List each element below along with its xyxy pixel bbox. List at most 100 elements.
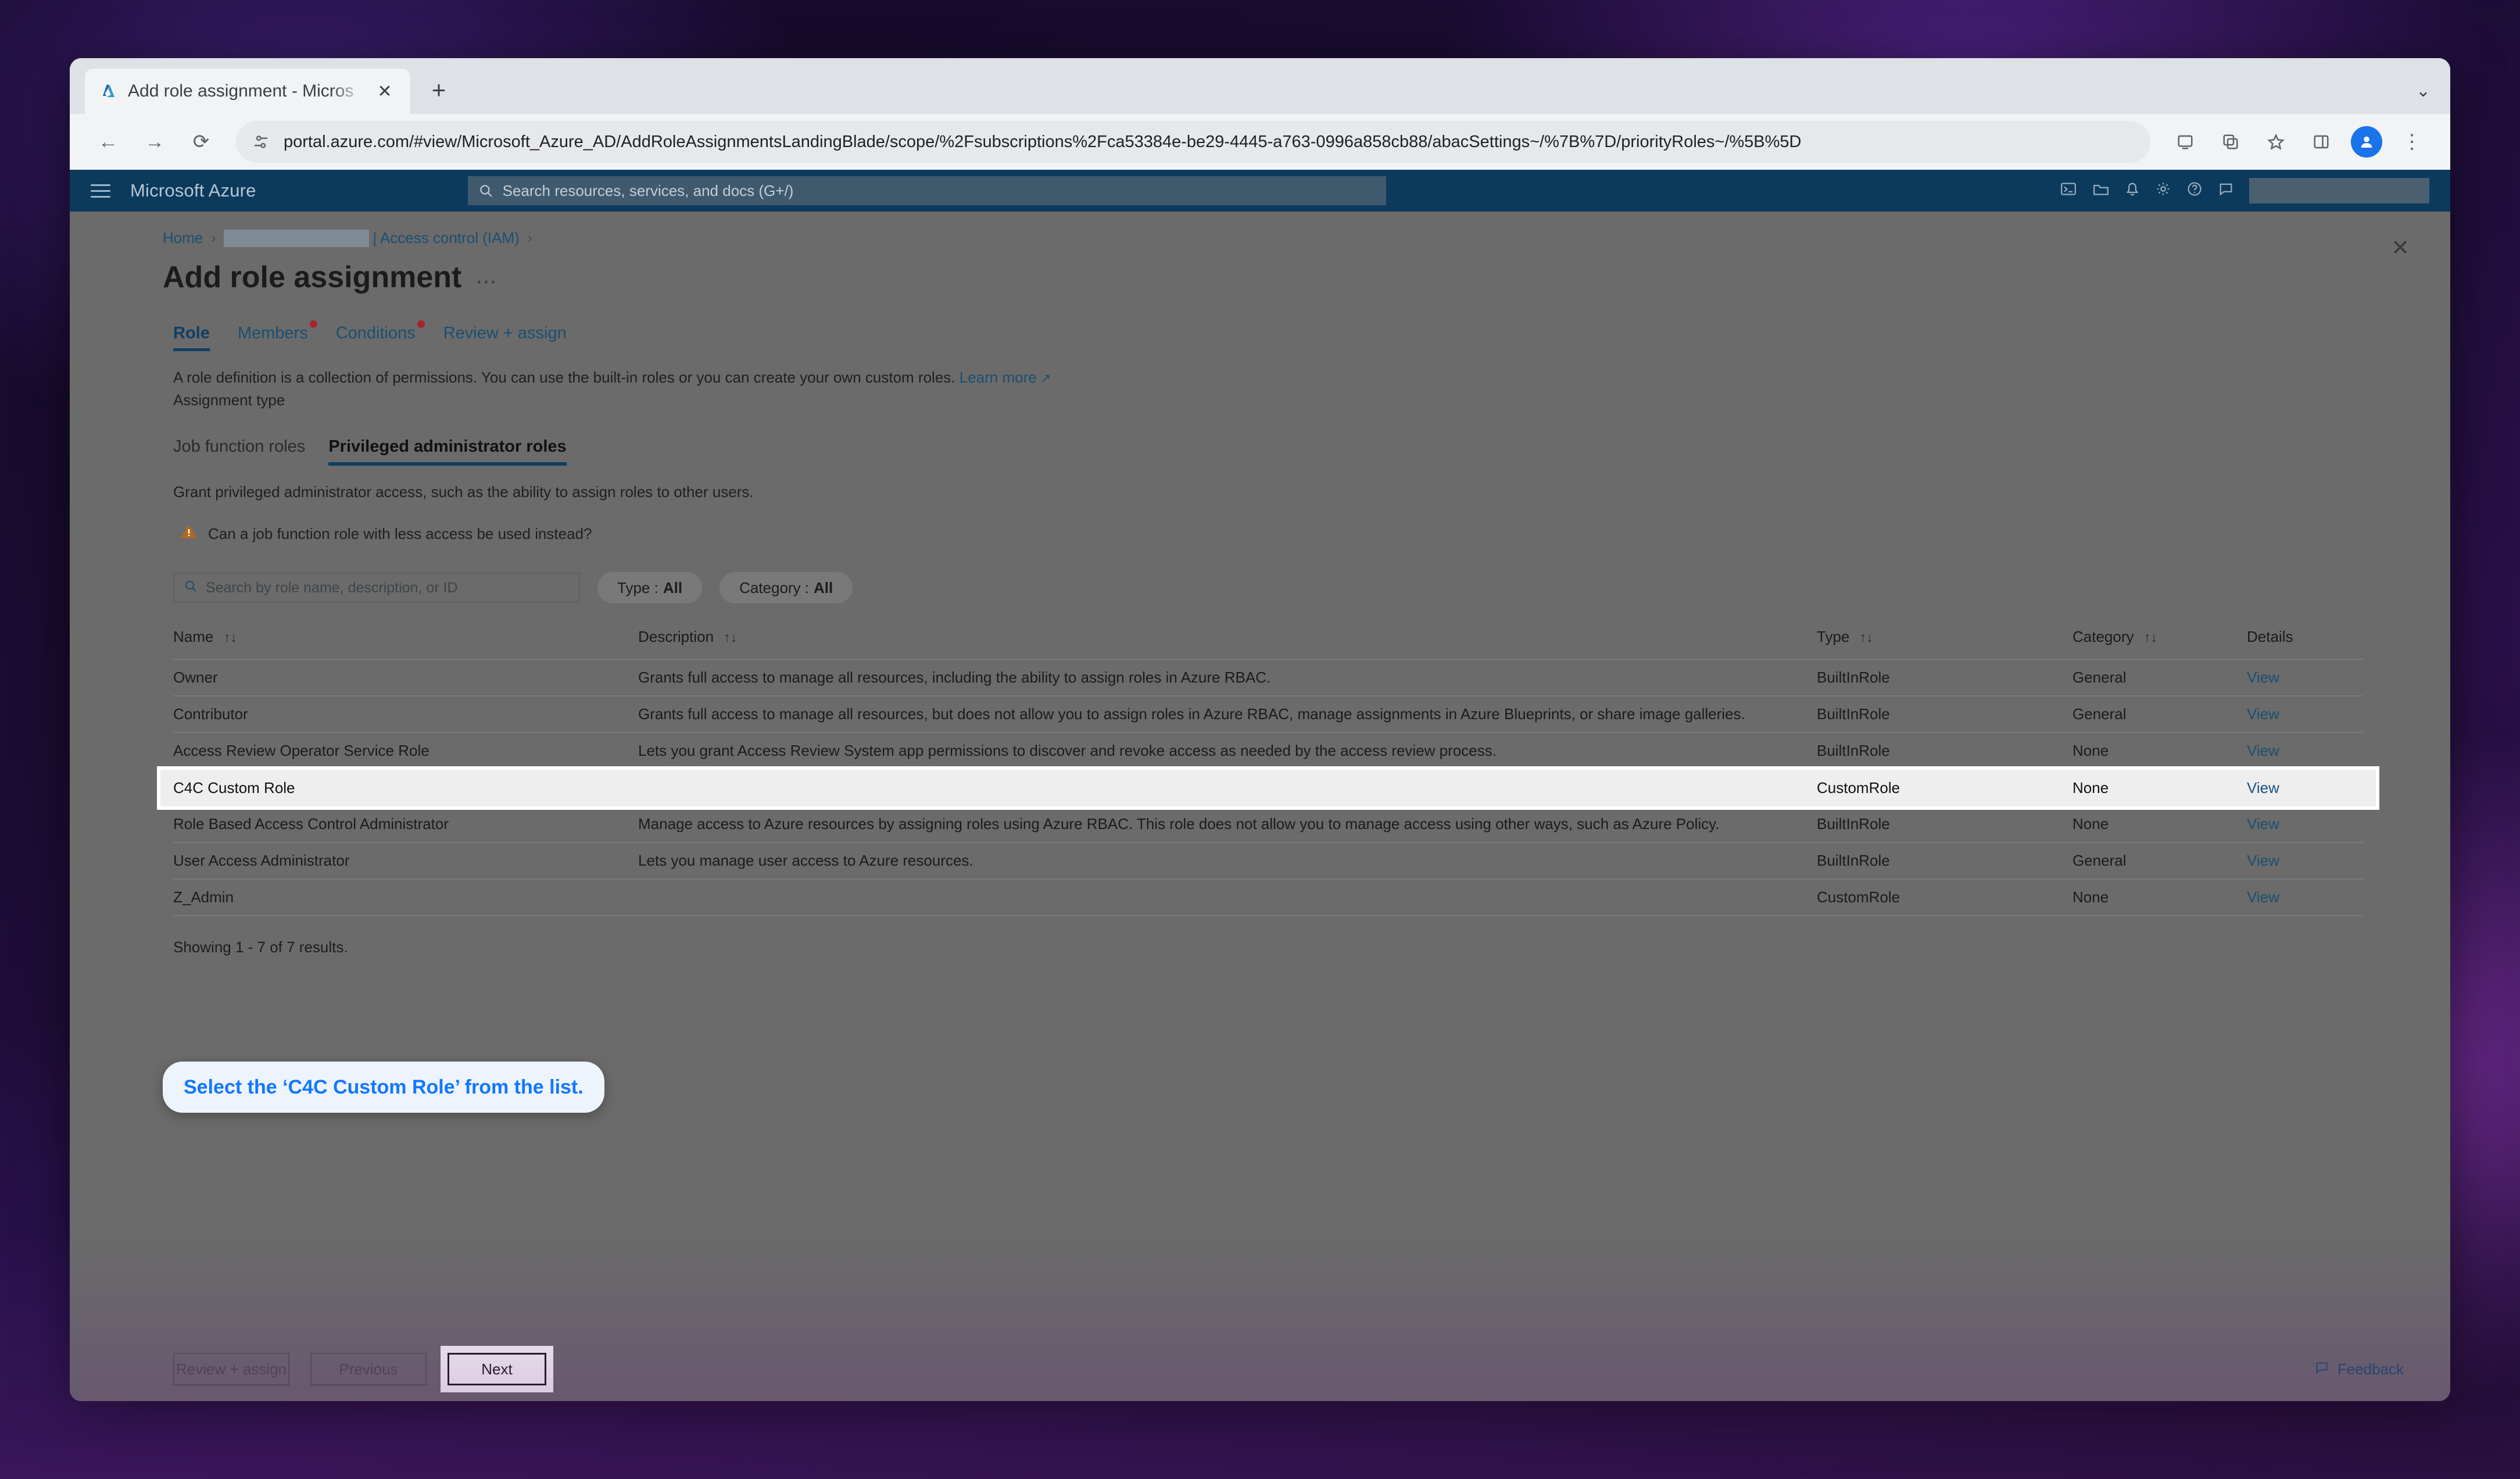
cell-name: Role Based Access Control Administrator xyxy=(173,815,449,833)
breadcrumb-separator-2: › xyxy=(527,230,532,246)
table-row[interactable]: Owner Grants full access to manage all r… xyxy=(173,660,2363,696)
previous-button[interactable]: Previous xyxy=(310,1353,427,1385)
reload-icon[interactable]: ⟳ xyxy=(180,121,222,163)
pivot-job-function-roles[interactable]: Job function roles xyxy=(173,437,305,466)
hamburger-icon[interactable] xyxy=(91,184,110,198)
filter-pill-category[interactable]: Category : All xyxy=(720,572,853,603)
filter-pill-type[interactable]: Type : All xyxy=(597,572,703,603)
feedback-icon xyxy=(2314,1360,2329,1379)
azure-top-bar: Microsoft Azure Search resources, servic… xyxy=(70,170,2450,212)
cell-type: CustomRole xyxy=(1817,779,1900,796)
sort-icon: ↑↓ xyxy=(2143,630,2157,645)
tab-conditions[interactable]: Conditions xyxy=(335,320,425,351)
view-details-link[interactable]: View xyxy=(2247,779,2279,796)
warning-text: Can a job function role with less access… xyxy=(208,524,592,542)
table-row[interactable]: Role Based Access Control Administrator … xyxy=(173,806,2363,843)
external-link-icon: ↗ xyxy=(1040,371,1051,385)
table-row[interactable]: Z_Admin CustomRole None View xyxy=(173,880,2363,916)
table-header-row: Name ↑↓ Description ↑↓ Type ↑↓ Category … xyxy=(173,628,2363,660)
global-search-placeholder: Search resources, services, and docs (G+… xyxy=(502,181,794,199)
cell-category: None xyxy=(2072,888,2109,906)
column-header-name[interactable]: Name ↑↓ xyxy=(173,628,638,646)
tab-conditions-label: Conditions xyxy=(335,324,416,342)
sort-icon: ↑↓ xyxy=(223,630,237,645)
tab-review-assign[interactable]: Review + assign xyxy=(443,324,567,351)
filter-bar: Search by role name, description, or ID … xyxy=(70,572,2450,603)
tab-members[interactable]: Members xyxy=(238,320,317,351)
browser-tab[interactable]: Add role assignment - Micros ✕ xyxy=(85,69,410,114)
callout-select-role: Select the ‘C4C Custom Role’ from the li… xyxy=(163,1062,604,1113)
table-row-c4c-custom-role[interactable]: C4C Custom Role CustomRole None View xyxy=(157,766,2379,810)
pivot-job-function-roles-label: Job function roles xyxy=(173,437,306,456)
next-button[interactable]: Next xyxy=(441,1346,553,1392)
view-details-link[interactable]: View xyxy=(2247,852,2279,869)
breadcrumb-separator-1: › xyxy=(211,230,216,246)
column-header-description[interactable]: Description ↑↓ xyxy=(638,628,1817,646)
azure-top-bar-actions xyxy=(2060,178,2429,203)
pivot-privileged-administrator-roles[interactable]: Privileged administrator roles xyxy=(328,437,567,466)
azure-portal: Microsoft Azure Search resources, servic… xyxy=(70,170,2450,1401)
browser-tab-title: Add role assignment - Micros xyxy=(128,81,354,101)
global-search-input[interactable]: Search resources, services, and docs (G+… xyxy=(467,176,1386,205)
cell-description: Lets you grant Access Review System app … xyxy=(638,742,1497,759)
browser-menu-icon[interactable]: ⋮ xyxy=(2391,121,2433,163)
azure-logo-icon xyxy=(99,81,119,101)
profile-avatar[interactable] xyxy=(2346,121,2387,163)
desktop-wallpaper: Add role assignment - Micros ✕ + ⌄ ← → ⟳… xyxy=(0,0,2520,1479)
account-chip[interactable] xyxy=(2249,178,2429,203)
view-details-link[interactable]: View xyxy=(2247,705,2279,723)
page-title-row: Add role assignment ⋯ xyxy=(70,247,2450,295)
feedback-icon[interactable] xyxy=(2218,181,2234,201)
install-app-icon[interactable] xyxy=(2164,121,2206,163)
filter-pill-type-label: Type : xyxy=(617,578,658,596)
cell-description: Manage access to Azure resources by assi… xyxy=(638,815,1720,833)
view-details-link[interactable]: View xyxy=(2247,742,2279,759)
azure-brand[interactable]: Microsoft Azure xyxy=(130,180,256,201)
review-assign-button[interactable]: Review + assign xyxy=(173,1353,289,1385)
address-bar[interactable]: portal.azure.com/#view/Microsoft_Azure_A… xyxy=(236,121,2150,163)
table-row[interactable]: Access Review Operator Service Role Lets… xyxy=(173,733,2363,770)
more-options-icon[interactable]: ⋯ xyxy=(475,261,497,294)
chevron-down-icon[interactable]: ⌄ xyxy=(2416,81,2430,101)
column-header-description-label: Description xyxy=(638,628,714,645)
new-tab-button[interactable]: + xyxy=(418,70,459,110)
directories-icon[interactable] xyxy=(2092,181,2110,201)
column-header-category[interactable]: Category ↑↓ xyxy=(2072,628,2247,646)
view-details-link[interactable]: View xyxy=(2247,815,2279,833)
pivot-privileged-administrator-roles-label: Privileged administrator roles xyxy=(328,437,567,456)
browser-tab-strip: Add role assignment - Micros ✕ + ⌄ xyxy=(70,58,2450,114)
learn-more-link[interactable]: Learn more xyxy=(960,369,1037,386)
cell-name: Contributor xyxy=(173,705,248,723)
grant-description: Grant privileged administrator access, s… xyxy=(173,483,754,501)
view-details-link[interactable]: View xyxy=(2247,888,2279,906)
breadcrumb-access-control[interactable]: | Access control (IAM) xyxy=(373,229,519,247)
avatar xyxy=(2351,126,2382,158)
filter-pill-category-label: Category : xyxy=(739,578,810,596)
notifications-icon[interactable] xyxy=(2125,181,2140,201)
warning-banner: Can a job function role with less access… xyxy=(70,523,2450,544)
column-header-type[interactable]: Type ↑↓ xyxy=(1817,628,2072,646)
table-row[interactable]: Contributor Grants full access to manage… xyxy=(173,696,2363,733)
help-icon[interactable] xyxy=(2186,181,2203,201)
breadcrumb-home[interactable]: Home xyxy=(163,229,203,247)
cell-category: None xyxy=(2072,815,2109,833)
role-intro-text: A role definition is a collection of per… xyxy=(70,369,2450,387)
settings-icon[interactable] xyxy=(2155,181,2171,201)
tab-role-label: Role xyxy=(173,324,210,342)
forward-icon[interactable]: → xyxy=(134,121,176,163)
feedback-link[interactable]: Feedback xyxy=(2314,1360,2404,1379)
back-icon[interactable]: ← xyxy=(87,121,129,163)
cell-type: BuiltInRole xyxy=(1817,742,1890,759)
translate-icon[interactable] xyxy=(2210,121,2251,163)
star-icon[interactable] xyxy=(2255,121,2297,163)
split-screen-icon[interactable] xyxy=(2300,121,2342,163)
tune-icon[interactable] xyxy=(252,133,272,151)
view-details-link[interactable]: View xyxy=(2247,669,2279,686)
breadcrumb-resource[interactable]: | Access control (IAM) xyxy=(224,229,520,247)
close-blade-icon[interactable]: ✕ xyxy=(2391,235,2410,261)
cloud-shell-icon[interactable] xyxy=(2060,181,2077,201)
close-icon[interactable]: ✕ xyxy=(373,81,396,102)
table-row[interactable]: User Access Administrator Lets you manag… xyxy=(173,843,2363,880)
tab-role[interactable]: Role xyxy=(173,324,210,351)
role-search-input[interactable]: Search by role name, description, or ID xyxy=(173,573,580,603)
